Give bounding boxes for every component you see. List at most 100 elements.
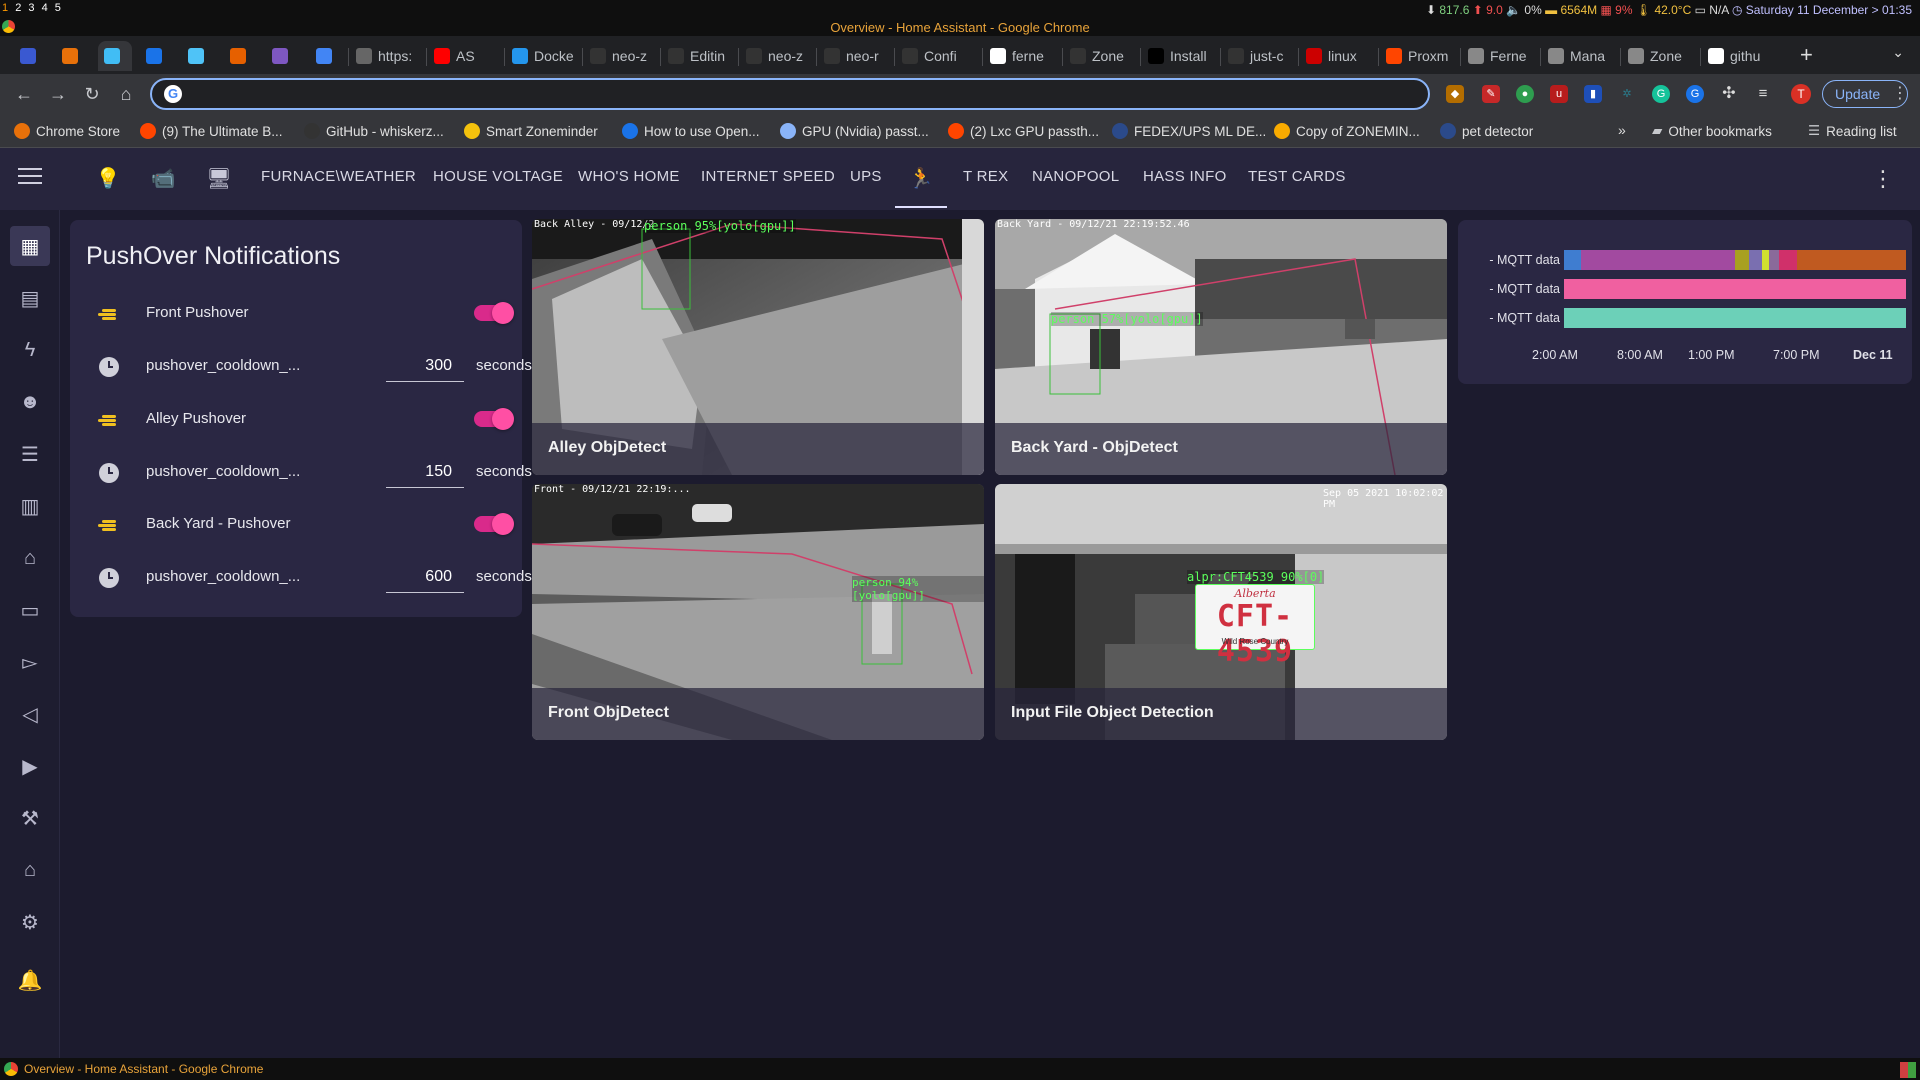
timeline-row[interactable]: - MQTT data bbox=[1468, 308, 1908, 328]
terminal-icon[interactable]: ▻ bbox=[10, 642, 50, 682]
puzzle-icon[interactable]: ✣ bbox=[1720, 85, 1738, 103]
browser-tab[interactable]: Proxm bbox=[1380, 41, 1452, 71]
workspace-1[interactable]: 1 bbox=[2, 2, 10, 14]
timeline-segment[interactable] bbox=[1581, 250, 1735, 270]
alley-pushover-toggle[interactable] bbox=[474, 408, 514, 430]
extension-icon[interactable]: ● bbox=[1516, 85, 1534, 103]
grammarly-icon[interactable]: G bbox=[1652, 85, 1670, 103]
browser-tab[interactable]: Install bbox=[1142, 41, 1214, 71]
notifications-icon[interactable]: 🔔 bbox=[10, 960, 50, 1000]
bookmark-item[interactable]: GPU (Nvidia) passt... bbox=[780, 120, 929, 142]
bookmarks-more-button[interactable]: » bbox=[1618, 122, 1626, 138]
lightbulb-icon[interactable]: 💡 bbox=[95, 166, 121, 192]
tab-whos-home[interactable]: WHO'S HOME bbox=[578, 168, 680, 185]
browser-tab[interactable] bbox=[14, 41, 48, 71]
workspace-2[interactable]: 2 bbox=[15, 2, 23, 14]
timeline-segment[interactable] bbox=[1748, 250, 1763, 270]
other-bookmarks[interactable]: ▰ Other bookmarks bbox=[1652, 120, 1772, 142]
camera-front[interactable]: Front - 09/12/21 22:19:... person 94%[yo… bbox=[532, 484, 984, 740]
timeline-segment[interactable] bbox=[1734, 250, 1749, 270]
hacs-icon[interactable]: ⌂ bbox=[10, 538, 50, 578]
timeline-row[interactable]: - MQTT data bbox=[1468, 279, 1908, 299]
workspace-3[interactable]: 3 bbox=[28, 2, 36, 14]
overview-icon[interactable]: ▦ bbox=[10, 226, 50, 266]
menu-icon[interactable] bbox=[18, 168, 42, 186]
browser-tab[interactable]: Zone bbox=[1622, 41, 1694, 71]
dashboard-icon[interactable]: ▤ bbox=[10, 278, 50, 318]
reading-list[interactable]: ☰ Reading list bbox=[1808, 120, 1897, 142]
browser-tab[interactable]: just-c bbox=[1222, 41, 1292, 71]
timeline-bar[interactable] bbox=[1564, 250, 1906, 270]
ha-menu-kebab-icon[interactable]: ⋮ bbox=[1872, 166, 1894, 192]
energy-icon[interactable]: ϟ bbox=[10, 330, 50, 370]
browser-tab[interactable]: neo-z bbox=[740, 41, 810, 71]
front-pushover-toggle[interactable] bbox=[474, 302, 514, 324]
browser-tab[interactable]: linux bbox=[1300, 41, 1372, 71]
timeline-segment[interactable] bbox=[1779, 250, 1797, 270]
browser-tab[interactable]: AS bbox=[428, 41, 498, 71]
browser-tab[interactable]: Editin bbox=[662, 41, 732, 71]
media-icon[interactable]: ▶ bbox=[10, 746, 50, 786]
notes-icon[interactable]: ▭ bbox=[10, 590, 50, 630]
cooldown-input[interactable]: 300 bbox=[386, 350, 464, 382]
browser-tab[interactable] bbox=[56, 41, 90, 71]
home-icon[interactable]: ⌂ bbox=[114, 82, 138, 106]
reload-icon[interactable]: ↻ bbox=[80, 82, 104, 106]
bookmark-item[interactable]: GitHub - whiskerz... bbox=[304, 120, 444, 142]
tab-ups[interactable]: UPS bbox=[850, 168, 882, 185]
tab-internet-speed[interactable]: INTERNET SPEED bbox=[701, 168, 835, 185]
bitwarden-icon[interactable]: ▮ bbox=[1584, 85, 1602, 103]
workspace-list[interactable]: 1 2 3 4 5 bbox=[2, 2, 63, 14]
extension-icon[interactable]: ✎ bbox=[1482, 85, 1500, 103]
back-icon[interactable]: ← bbox=[12, 82, 36, 106]
address-bar[interactable]: G bbox=[150, 78, 1430, 110]
backyard-pushover-toggle[interactable] bbox=[474, 513, 514, 535]
tray-icon[interactable] bbox=[1900, 1062, 1916, 1078]
browser-tab[interactable] bbox=[266, 41, 300, 71]
extension-icon[interactable]: ✲ bbox=[1618, 85, 1636, 103]
developer-tools-icon[interactable]: ⚒ bbox=[10, 798, 50, 838]
browser-tab[interactable] bbox=[140, 41, 174, 71]
taskbar-window-title[interactable]: Overview - Home Assistant - Google Chrom… bbox=[24, 1062, 263, 1076]
avatar[interactable]: T bbox=[1791, 84, 1811, 104]
browser-tab[interactable]: neo-z bbox=[584, 41, 654, 71]
cooldown-input[interactable]: 150 bbox=[386, 456, 464, 488]
config-icon[interactable]: ⚙ bbox=[10, 902, 50, 942]
bookmark-item[interactable]: Copy of ZONEMIN... bbox=[1274, 120, 1420, 142]
browser-tab[interactable]: Mana bbox=[1542, 41, 1614, 71]
extension-icon[interactable]: ◆ bbox=[1446, 85, 1464, 103]
browser-tab[interactable] bbox=[224, 41, 258, 71]
vscode-icon[interactable]: ◁ bbox=[10, 694, 50, 734]
timeline-segment[interactable] bbox=[1564, 279, 1906, 299]
timeline-row[interactable]: - MQTT data bbox=[1468, 250, 1908, 270]
tab-nanopool[interactable]: NANOPOOL bbox=[1032, 168, 1119, 185]
extension-icon[interactable]: G bbox=[1686, 85, 1704, 103]
timeline-segment[interactable] bbox=[1564, 250, 1582, 270]
browser-tab[interactable]: Zone bbox=[1064, 41, 1134, 71]
forward-icon[interactable]: → bbox=[46, 82, 70, 106]
monitor-dashboard-icon[interactable]: 🖥 bbox=[206, 166, 232, 192]
browser-tab[interactable] bbox=[182, 41, 216, 71]
browser-tab[interactable]: Confi bbox=[896, 41, 976, 71]
motion-person-icon[interactable]: 🏃 bbox=[908, 166, 934, 192]
bookmark-item[interactable]: Smart Zoneminder bbox=[464, 120, 598, 142]
cctv-icon[interactable]: 📹 bbox=[150, 166, 176, 192]
ublock-icon[interactable]: u bbox=[1550, 85, 1568, 103]
browser-tab[interactable]: ferne bbox=[984, 41, 1056, 71]
timeline-bar[interactable] bbox=[1564, 308, 1906, 328]
browser-tab[interactable]: Ferne bbox=[1462, 41, 1534, 71]
tab-search-chevron-icon[interactable]: ⌄ bbox=[1892, 44, 1904, 61]
tab-furnace-weather[interactable]: FURNACE\WEATHER bbox=[261, 168, 416, 185]
browser-tab[interactable]: https: bbox=[350, 41, 420, 71]
browser-tab[interactable]: Docke bbox=[506, 41, 576, 71]
cooldown-input[interactable]: 600 bbox=[386, 561, 464, 593]
camera-alley[interactable]: Back Alley - 09/12/2 person 95%[yolo[gpu… bbox=[532, 219, 984, 475]
new-tab-button[interactable]: + bbox=[1800, 42, 1813, 68]
bookmark-item[interactable]: (2) Lxc GPU passth... bbox=[948, 120, 1099, 142]
history-icon[interactable]: ▥ bbox=[10, 486, 50, 526]
timeline-segment[interactable] bbox=[1796, 250, 1906, 270]
camera-input-file[interactable]: Sep 05 2021 10:02:02 PM alpr:CFT4539 90%… bbox=[995, 484, 1447, 740]
tab-test-cards[interactable]: TEST CARDS bbox=[1248, 168, 1346, 185]
bookmark-item[interactable]: How to use Open... bbox=[622, 120, 760, 142]
bookmark-item[interactable]: FEDEX/UPS ML DE... bbox=[1112, 120, 1266, 142]
